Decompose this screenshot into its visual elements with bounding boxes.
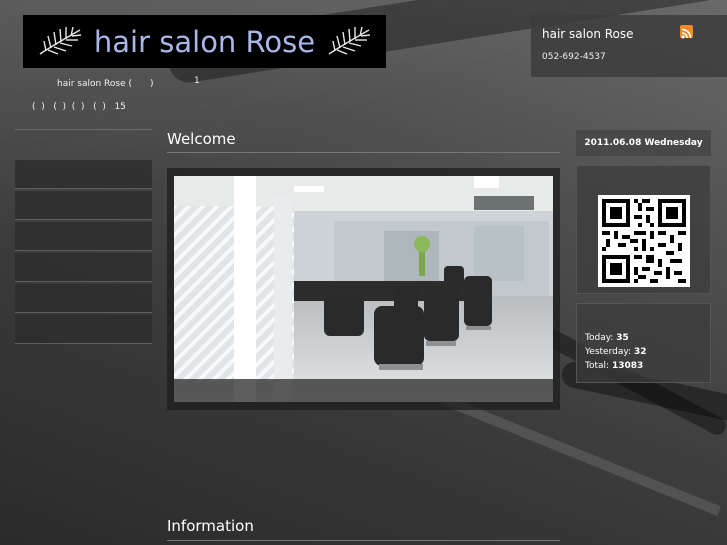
site-description-number: 1 (194, 76, 200, 86)
site-description: hair salon Rose ( ) (57, 79, 154, 89)
welcome-divider (167, 152, 560, 153)
sidebar-item-4[interactable] (15, 253, 152, 282)
salon-interior-photo (174, 176, 553, 402)
header-phone: 052-692-4537 (542, 52, 606, 62)
current-date: 2011.06.08 Wednesday (576, 130, 711, 156)
qr-code-image (598, 195, 690, 287)
access-counter: Today: 35 Yesterday: 32 Total: 13083 (576, 303, 711, 383)
sidebar-item-5[interactable] (15, 284, 152, 313)
header-links[interactable]: ( ) ( ) ( ) ( ) 15 (32, 102, 126, 112)
information-divider (167, 540, 560, 541)
counter-total-label: Total: (585, 361, 610, 371)
sidebar-divider (15, 129, 152, 130)
counter-total: Total: 13083 (585, 361, 643, 371)
counter-today-value: 35 (616, 333, 629, 343)
sidebar-item-6[interactable] (15, 315, 152, 344)
sidebar-menu (15, 160, 152, 346)
sidebar-item-2[interactable] (15, 191, 152, 220)
sidebar-item-1[interactable] (15, 160, 152, 189)
sidebar-item-3[interactable] (15, 222, 152, 251)
header-info-box: hair salon Rose 052-692-4537 (531, 15, 727, 77)
qr-code-box (576, 165, 711, 294)
background-highlight (439, 394, 721, 516)
photo-caption-bar (174, 379, 553, 402)
counter-yesterday: Yesterday: 32 (585, 347, 646, 357)
header-title[interactable]: hair salon Rose (542, 27, 634, 41)
counter-yesterday-label: Yesterday: (585, 347, 632, 357)
salon-photo-frame (167, 168, 560, 410)
information-heading: Information (167, 517, 254, 535)
feather-right-icon (328, 26, 371, 55)
counter-today-label: Today: (585, 333, 614, 343)
rss-icon[interactable] (680, 25, 693, 39)
counter-total-value: 13083 (611, 361, 644, 371)
feather-left-icon (39, 26, 81, 55)
logo-text: hair salon Rose (93, 24, 316, 59)
counter-yesterday-value: 32 (633, 347, 647, 357)
site-logo[interactable]: hair salon Rose (23, 15, 386, 68)
welcome-heading: Welcome (167, 130, 236, 148)
counter-today: Today: 35 (585, 333, 629, 343)
